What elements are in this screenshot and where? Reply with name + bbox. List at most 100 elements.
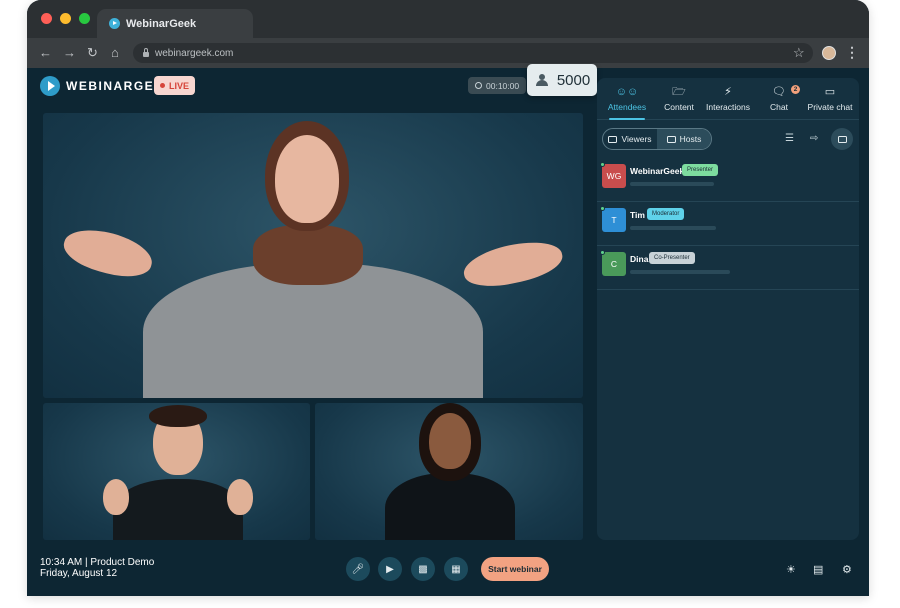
browser-tab-title: WebinarGeek [126,17,197,30]
back-icon[interactable]: ← [39,45,52,61]
forward-icon[interactable]: → [63,45,76,61]
viewers-toggle[interactable]: Viewers [603,129,657,149]
tab-interactions[interactable]: ⚡︎ Interactions [703,86,753,112]
favicon-icon [109,18,120,29]
video-tile-host-1[interactable] [43,403,310,540]
tab-private-chat-label: Private chat [807,102,853,112]
host-name: Tim [630,210,645,220]
viewer-count: 5000 [556,71,591,89]
video-tile-host-2[interactable] [315,403,583,540]
host1-thumb-right [227,479,253,515]
window-controls [41,13,90,24]
bookmark-star-icon[interactable]: ☆ [793,45,805,61]
record-icon [475,82,482,89]
camera-button[interactable]: ▶ [378,557,402,581]
attendees-icon: ☺☺ [615,86,639,98]
tab-content[interactable]: 🗁 Content [659,86,699,112]
avatar: C [602,252,626,276]
folder-icon: 🗁 [672,86,686,98]
presenter-left-hand [59,222,157,284]
image-icon: ▦ [451,563,461,575]
close-window-button[interactable] [41,13,52,24]
address-bar[interactable]: webinargeek.com [133,43,813,63]
layout-icon[interactable]: ▤ [813,563,823,576]
session-info: 10:34 AM | Product Demo Friday, August 1… [40,557,154,579]
role-badge-co-presenter: Co-Presenter [649,252,695,264]
microphone-button[interactable]: 🎤︎ [346,557,370,581]
host1-thumb-left [103,479,129,515]
role-badge-moderator: Moderator [647,208,685,220]
attendee-filter-toggle: Viewers Hosts [602,128,712,150]
brightness-icon[interactable]: ☀ [786,563,796,576]
host-row-dina[interactable]: C Dina Co-Presenter [597,246,859,290]
webinar-app: WEBINARGEEK LIVE 00:10:00 5000 ☺☺ Attend… [27,64,869,596]
browser-tab[interactable]: WebinarGeek [97,9,253,38]
hosts-icon [666,135,676,143]
avatar: T [602,208,626,232]
hosts-label: Hosts [679,134,702,144]
home-icon[interactable]: ⌂ [111,45,119,61]
timer-text: 00:10:00 [486,80,520,91]
tab-private-chat[interactable]: ▭ Private chat [803,86,857,112]
host1-hair [149,405,207,427]
live-badge: LIVE [154,76,196,95]
host-row-webinargeek[interactable]: WG WebinarGeek Presenter [597,158,859,202]
presenter-right-hand [460,235,566,293]
chat-unread-badge: 2 [791,85,800,94]
people-icon [534,74,550,86]
role-badge-presenter: Presenter [682,164,719,176]
tab-content-label: Content [664,102,694,112]
export-icon[interactable]: ⇨ [810,133,818,144]
broadcast-timer: 00:10:00 [468,77,527,94]
screen-share-button[interactable]: ▩ [411,557,435,581]
card-view-icon [837,135,847,143]
private-chat-icon: ▭ [824,86,836,98]
host-name: WebinarGeek [630,166,685,176]
start-webinar-button[interactable]: Start webinar [481,557,549,581]
host-status-bar [630,182,714,186]
tab-chat-label: Chat [770,102,788,112]
main-video-presenter[interactable] [43,113,583,398]
online-status-icon [600,250,605,255]
viewers-label: Viewers [621,134,652,144]
lightning-icon: ⚡︎ [724,86,732,98]
hosts-toggle[interactable]: Hosts [657,129,711,149]
background-button[interactable]: ▦ [444,557,468,581]
session-time-title: 10:34 AM | Product Demo [40,557,155,568]
card-view-button[interactable] [831,128,853,150]
tab-attendees-label: Attendees [607,102,647,112]
live-dot-icon [160,83,165,88]
browser-menu-icon[interactable]: ⋮ [845,44,859,61]
active-tab-underline [609,118,645,120]
host-row-tim[interactable]: T Tim Moderator [597,202,859,246]
browser-toolbar: ← → ↻ ⌂ webinargeek.com ☆ [27,38,869,68]
reload-icon[interactable]: ↻ [87,45,98,61]
session-date: Friday, August 12 [40,568,118,579]
live-label: LIVE [169,80,190,91]
screen-share-icon: ▩ [418,563,428,575]
host1-body [113,479,243,540]
minimize-window-button[interactable] [60,13,71,24]
avatar: WG [602,164,626,188]
host-status-bar [630,226,716,230]
filter-icon[interactable]: ☰ [785,133,794,144]
host-status-bar [630,270,730,274]
panel-tabs: ☺☺ Attendees 🗁 Content ⚡︎ Interactions 🗨… [597,78,859,120]
host2-face [429,413,471,469]
presenter-hair [253,225,363,285]
tab-interactions-label: Interactions [706,102,750,112]
profile-avatar[interactable] [822,46,836,60]
camera-icon: ▶ [386,563,394,575]
maximize-window-button[interactable] [79,13,90,24]
online-status-icon [600,206,605,211]
viewers-icon [608,135,618,143]
browser-window: WebinarGeek ← → ↻ ⌂ webinargeek.com ☆ ⋮ … [27,0,869,596]
tab-attendees[interactable]: ☺☺ Attendees [607,86,647,112]
presenter-face [275,135,339,223]
host2-body [385,473,515,540]
online-status-icon [600,162,605,167]
microphone-icon: 🎤︎ [351,563,365,575]
lock-icon [143,47,149,57]
settings-gear-icon[interactable]: ⚙ [842,563,852,576]
play-logo-icon [40,76,60,96]
